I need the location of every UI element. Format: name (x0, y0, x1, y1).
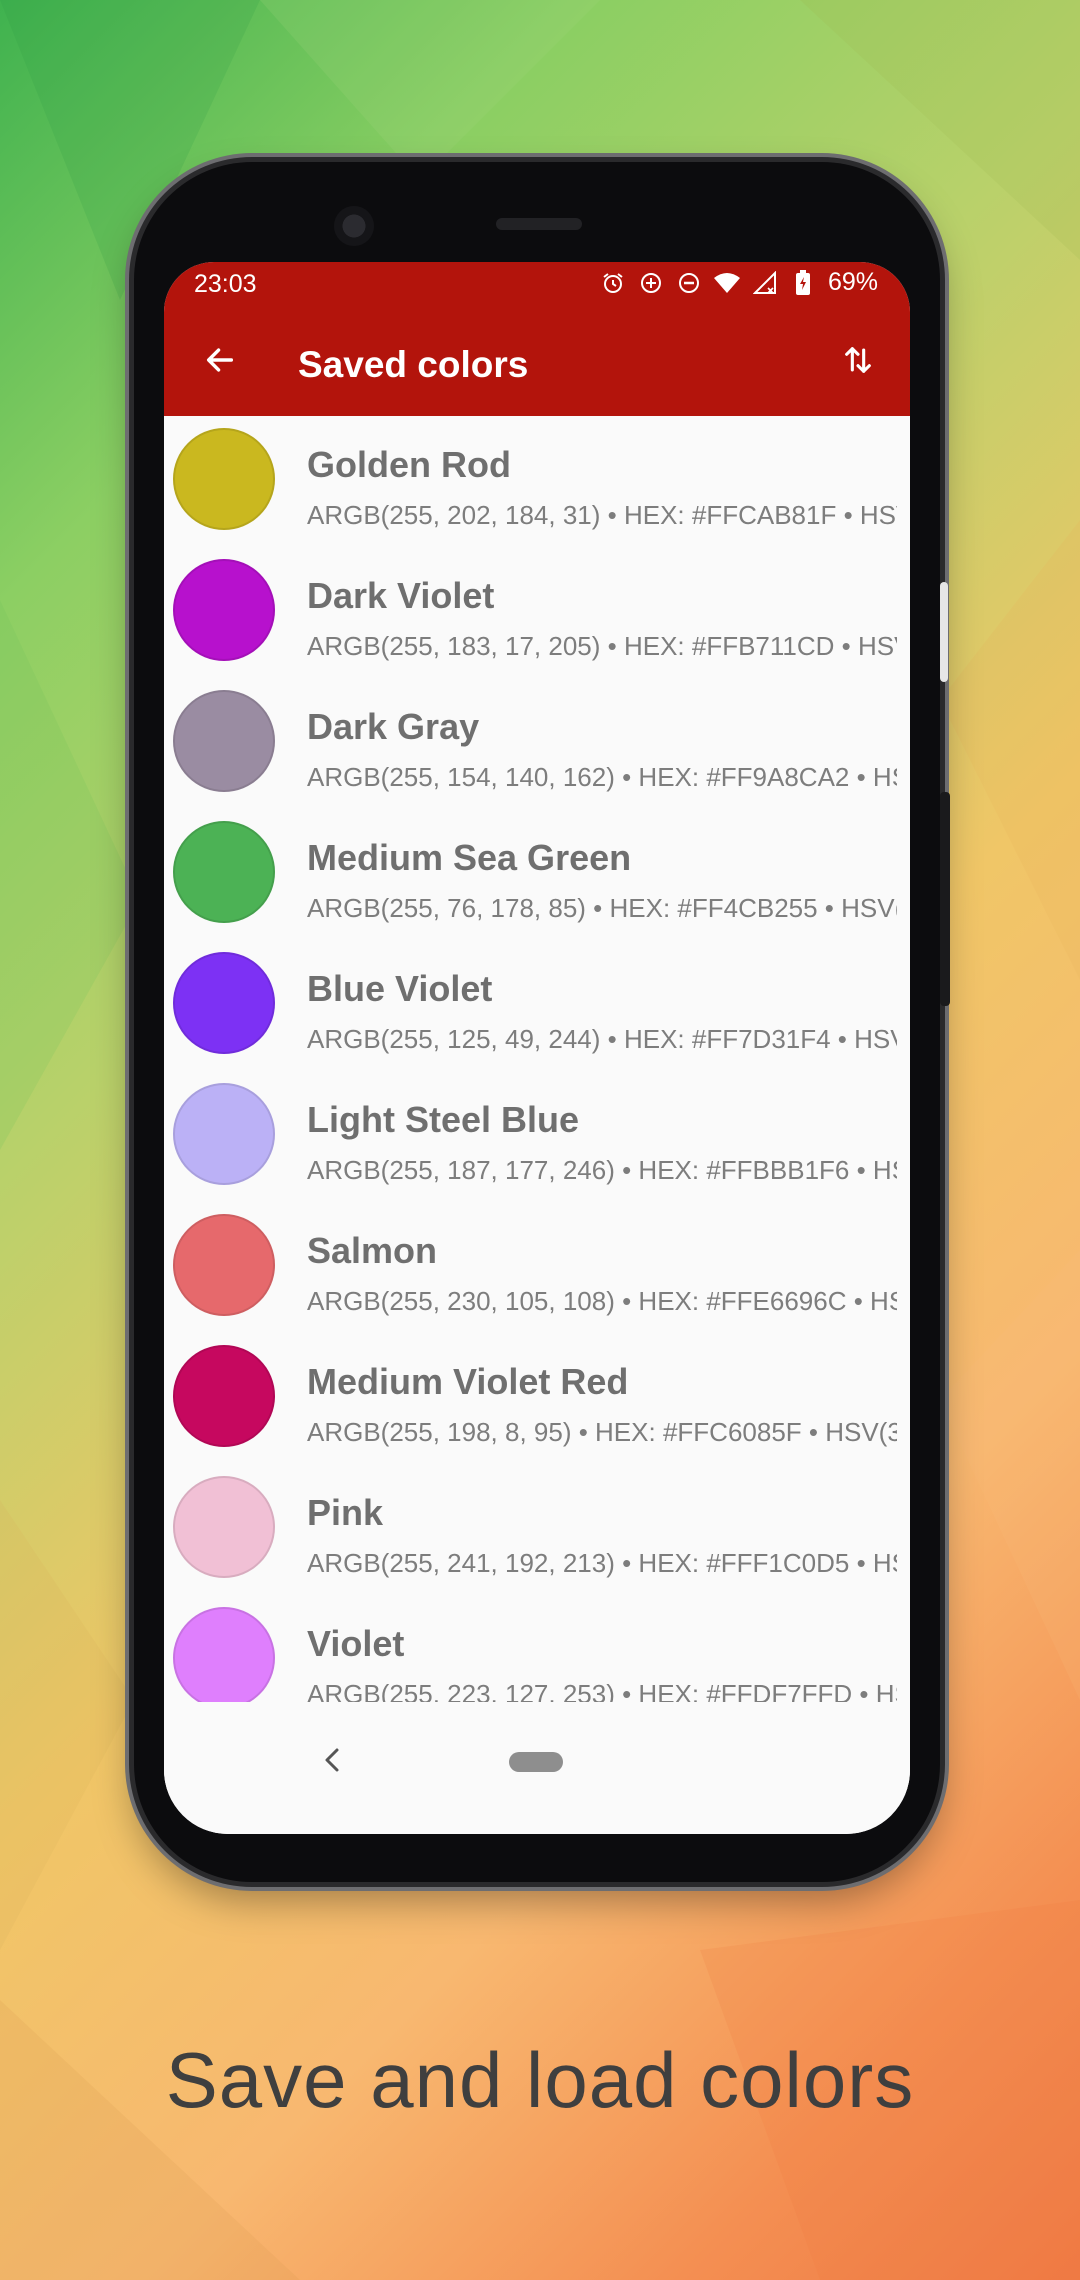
data-saver-icon (638, 270, 664, 296)
color-swatch (173, 690, 275, 792)
color-values: ARGB(255, 76, 178, 85) • HEX: #FF4CB255 … (307, 893, 897, 923)
signal-icon (752, 270, 778, 296)
color-name: Pink (307, 1492, 384, 1533)
color-list-item[interactable]: Light Steel Blue ARGB(255, 187, 177, 246… (164, 1071, 910, 1202)
nav-back-icon (322, 1746, 342, 1779)
color-swatch (173, 1345, 275, 1447)
app-bar: 23:03 69% Saved colors (164, 262, 910, 416)
color-swatch (173, 821, 275, 923)
color-swatch (173, 428, 275, 530)
color-list-item[interactable]: Medium Sea Green ARGB(255, 76, 178, 85) … (164, 809, 910, 940)
color-swatch (173, 1083, 275, 1185)
earpiece-speaker (496, 218, 582, 230)
color-values: ARGB(255, 241, 192, 213) • HEX: #FFF1C0D… (307, 1548, 897, 1578)
status-bar: 23:03 69% (164, 262, 910, 308)
color-swatch (173, 952, 275, 1054)
back-button[interactable] (192, 334, 248, 390)
color-values: ARGB(255, 154, 140, 162) • HEX: #FF9A8CA… (307, 762, 897, 792)
saved-colors-list: Golden Rod ARGB(255, 202, 184, 31) • HEX… (164, 416, 910, 1702)
color-values: ARGB(255, 125, 49, 244) • HEX: #FF7D31F4… (307, 1024, 897, 1054)
color-swatch (173, 1476, 275, 1578)
phone-screen: 23:03 69% Saved colors Golden Rod ARGB(2… (164, 262, 910, 1834)
color-values: ARGB(255, 202, 184, 31) • HEX: #FFCAB81F… (307, 500, 897, 530)
status-icons: 69% (600, 268, 878, 297)
status-time: 23:03 (194, 270, 257, 298)
color-list-item[interactable]: Salmon ARGB(255, 230, 105, 108) • HEX: #… (164, 1202, 910, 1333)
color-list-item[interactable]: Dark Gray ARGB(255, 154, 140, 162) • HEX… (164, 678, 910, 809)
toolbar: Saved colors (164, 308, 910, 416)
color-name: Dark Violet (307, 575, 495, 616)
nav-home-pill-icon[interactable] (509, 1752, 563, 1772)
color-name: Blue Violet (307, 968, 493, 1009)
color-list-item[interactable]: Golden Rod ARGB(255, 202, 184, 31) • HEX… (164, 416, 910, 547)
color-name: Violet (307, 1623, 405, 1664)
sort-arrows-icon (841, 343, 875, 382)
promo-caption: Save and load colors (165, 2036, 915, 2124)
color-name: Salmon (307, 1230, 438, 1271)
color-values: ARGB(255, 187, 177, 246) • HEX: #FFBBB1F… (307, 1155, 897, 1185)
color-name: Medium Sea Green (307, 837, 632, 878)
phone-frame: 23:03 69% Saved colors Golden Rod ARGB(2… (134, 162, 950, 1882)
color-name: Dark Gray (307, 706, 480, 747)
dnd-icon (676, 270, 702, 296)
color-name: Light Steel Blue (307, 1099, 580, 1140)
phone-side-button-volume (940, 792, 950, 1006)
battery-icon (790, 269, 816, 296)
nav-back-button[interactable] (312, 1742, 352, 1782)
color-list-item[interactable]: Medium Violet Red ARGB(255, 198, 8, 95) … (164, 1333, 910, 1464)
color-swatch (173, 559, 275, 661)
color-swatch (173, 1214, 275, 1316)
color-swatch (173, 1607, 275, 1702)
color-list-item[interactable]: Dark Violet ARGB(255, 183, 17, 205) • HE… (164, 547, 910, 678)
color-list-item[interactable]: Violet ARGB(255, 223, 127, 253) • HEX: #… (164, 1595, 910, 1702)
color-values: ARGB(255, 230, 105, 108) • HEX: #FFE6696… (307, 1286, 897, 1316)
color-name: Medium Violet Red (307, 1361, 629, 1402)
color-name: Golden Rod (307, 444, 511, 485)
phone-side-button-top (940, 582, 948, 682)
color-values: ARGB(255, 183, 17, 205) • HEX: #FFB711CD… (307, 631, 897, 661)
wifi-icon (713, 270, 740, 296)
color-values: ARGB(255, 223, 127, 253) • HEX: #FFDF7FF… (307, 1679, 897, 1702)
color-values: ARGB(255, 198, 8, 95) • HEX: #FFC6085F •… (307, 1417, 897, 1447)
front-camera-icon (334, 206, 374, 246)
alarm-icon (600, 270, 626, 296)
system-nav-bar (164, 1702, 910, 1834)
sort-button[interactable] (830, 334, 886, 390)
color-list-item[interactable]: Blue Violet ARGB(255, 125, 49, 244) • HE… (164, 940, 910, 1071)
page-title: Saved colors (298, 344, 529, 385)
color-list-item[interactable]: Pink ARGB(255, 241, 192, 213) • HEX: #FF… (164, 1464, 910, 1595)
arrow-left-icon (203, 343, 237, 382)
battery-percent: 69% (827, 268, 878, 296)
